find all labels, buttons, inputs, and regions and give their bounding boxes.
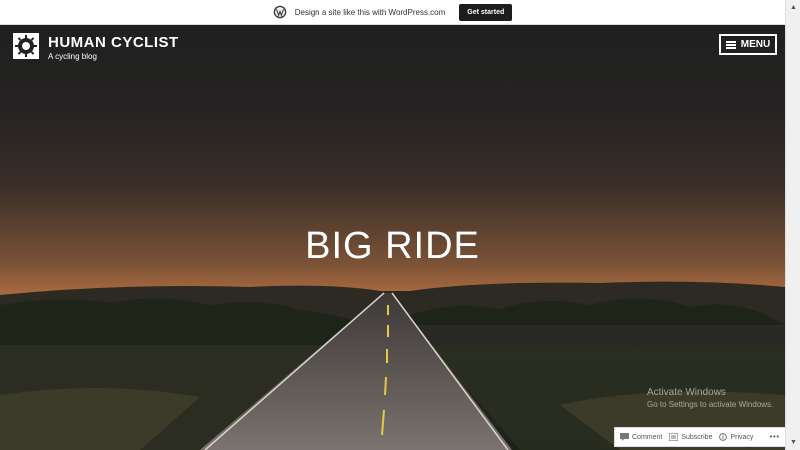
hero-title: BIG RIDE [305,225,480,267]
comment-icon [620,433,629,441]
activate-title: Activate Windows [647,387,726,398]
gear-icon [15,35,37,57]
post-action-bar: Comment Subscribe Privacy ••• [614,427,786,447]
privacy-button[interactable]: Privacy [719,433,753,441]
activate-windows-watermark: Activate Windows Go to Settings to activ… [647,387,773,409]
scroll-up-arrow-icon[interactable]: ▲ [786,0,800,15]
subscribe-icon [669,433,679,441]
privacy-label: Privacy [730,433,754,441]
comment-button[interactable]: Comment [620,433,662,441]
subscribe-label: Subscribe [681,433,713,441]
subscribe-button[interactable]: Subscribe [669,433,712,441]
activate-subtitle: Go to Settings to activate Windows. [647,400,774,409]
more-options-button[interactable]: ••• [770,434,780,441]
promo-text[interactable]: Design a site like this with WordPress.c… [295,8,446,17]
site-title[interactable]: HUMAN CYCLIST [48,34,179,51]
site-tagline: A cycling blog [48,52,97,61]
comment-label: Comment [632,433,663,441]
scroll-down-arrow-icon[interactable]: ▼ [786,435,800,450]
vertical-scrollbar[interactable]: ▲ ▼ [785,0,800,450]
hero-section: HUMAN CYCLIST A cycling blog MENU BIG RI… [0,25,785,450]
wordpress-logo-icon[interactable] [273,5,287,19]
menu-button[interactable]: MENU [719,34,777,55]
site-logo[interactable] [13,33,39,59]
info-icon [719,433,728,441]
menu-label: MENU [740,39,771,50]
hamburger-icon [725,40,736,49]
wordpress-promo-bar: Design a site like this with WordPress.c… [0,0,785,25]
get-started-button[interactable]: Get started [459,3,513,21]
